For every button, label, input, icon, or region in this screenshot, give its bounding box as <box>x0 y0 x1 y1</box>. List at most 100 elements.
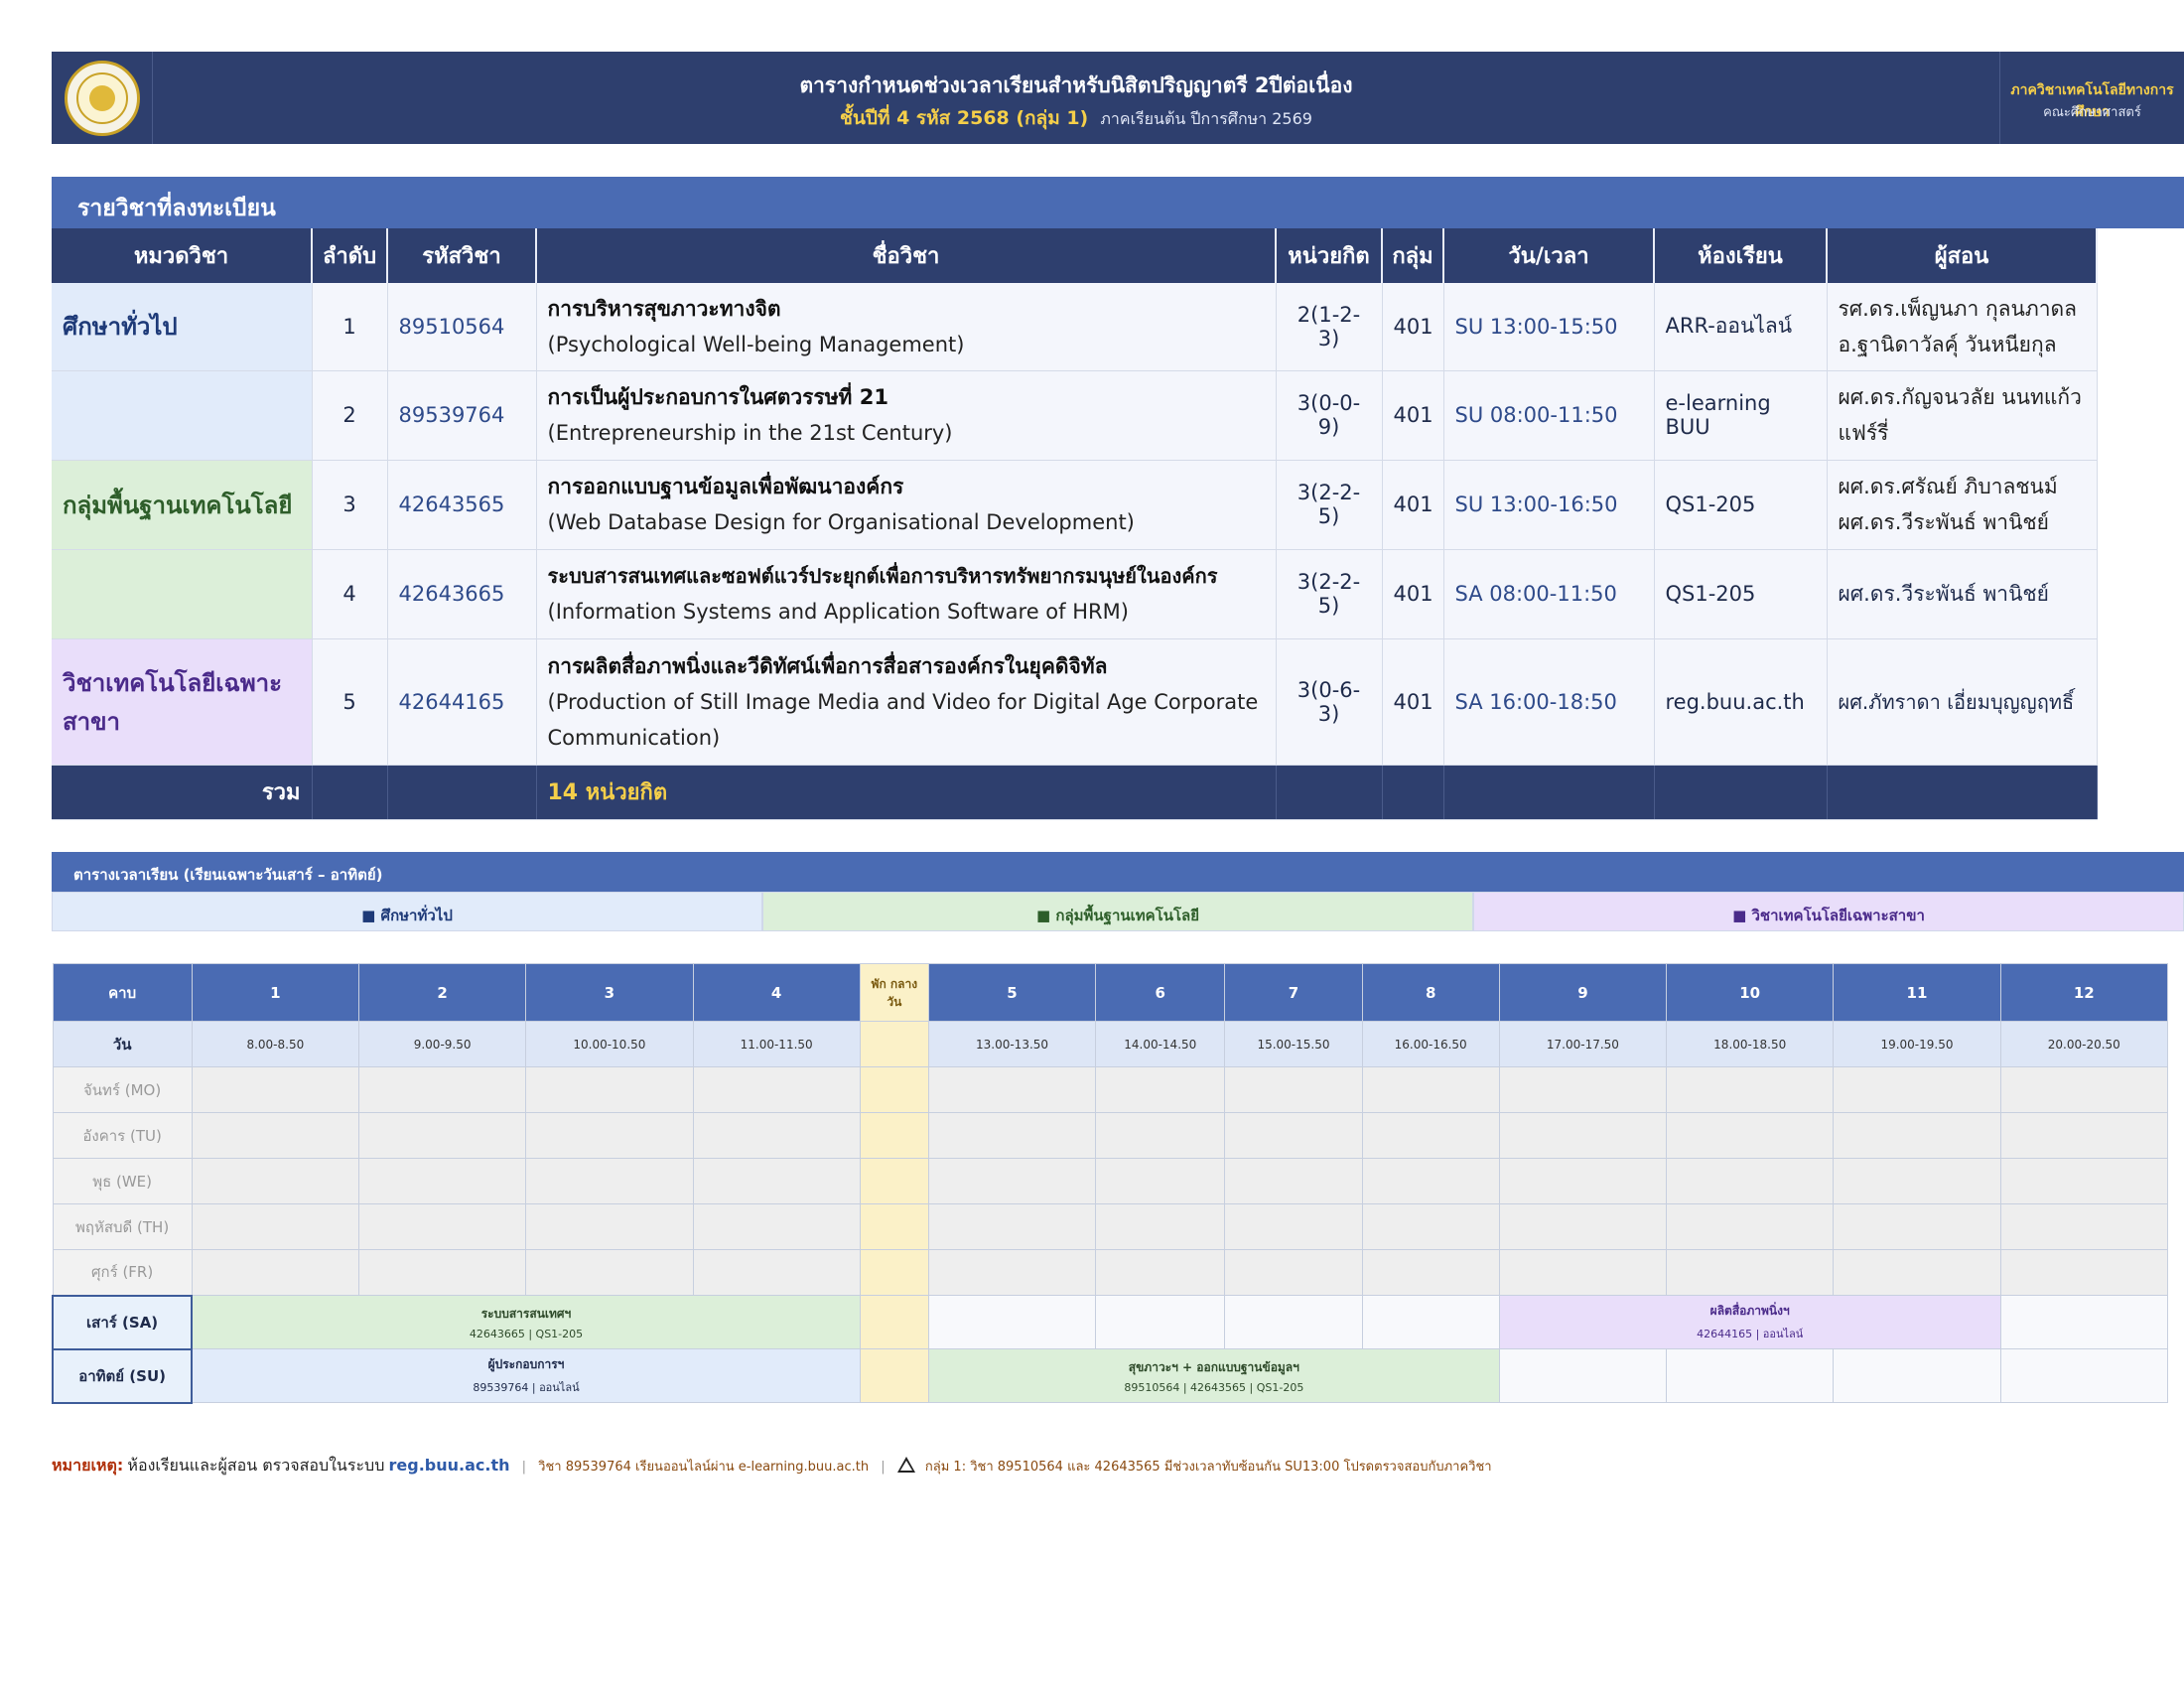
timetable-title: ตารางเวลาเรียน (เรียนเฉพาะวันเสาร์ – อาท… <box>52 852 2184 892</box>
total-empty <box>1443 765 1655 820</box>
course-group: 401 <box>1382 638 1444 766</box>
course-room: reg.buu.ac.th <box>1654 638 1828 766</box>
col-room: ห้องเรียน <box>1654 228 1828 283</box>
class-block-entrepreneurship: ผู้ประกอบการฯ 89539764 | ออนไลน์ <box>191 1348 861 1403</box>
category-tech: กลุ่มพื้นฐานเทคโนโลยี <box>52 460 313 550</box>
course-name-en: (Production of Still Image Media and Vid… <box>547 689 1259 750</box>
course-name-en: (Psychological Well-being Management) <box>547 332 965 356</box>
period-cell: 6 <box>1095 963 1226 1022</box>
time-cell: 11.00-11.50 <box>692 1021 861 1067</box>
time-cell: 9.00-9.50 <box>357 1021 527 1067</box>
faculty-name: คณะศึกษาศาสตร์ <box>2043 105 2141 120</box>
course-instructor: ผศ.ดร.กัญจนวลัย นนทแก้ว แฟร์รี่ <box>1827 370 2098 461</box>
period-cell: 4 <box>692 963 861 1022</box>
weekly-timetable: คาบ 1 2 3 4 พัก กลาง วัน 5 6 7 8 9 10 11 … <box>51 963 2169 1404</box>
block-detail: 42643665 | QS1-205 <box>469 1327 584 1340</box>
logo-cell <box>52 52 153 144</box>
total-empty <box>1654 765 1828 820</box>
period-label: คาบ <box>52 963 193 1022</box>
time-cell: 14.00-14.50 <box>1095 1021 1226 1067</box>
class-block-media-production: ผลิตสื่อภาพนิ่งฯ 42644165 | ออนไลน์ <box>1498 1295 2001 1349</box>
total-empty <box>1827 765 2098 820</box>
instructor-2: อ.ฐานิดาวัลคุ์ วันหนียกุล <box>1838 332 2057 356</box>
legend: ■ ศึกษาทั่วไป ■ กลุ่มพื้นฐานเทคโนโลยี ■ … <box>52 892 2184 931</box>
weekday-row-thu: พฤหัสบดี (TH) <box>52 1203 2169 1250</box>
instructor-1: ผศ.ดร.ศรัณย์ ภิบาลชนม์ <box>1838 475 2058 498</box>
course-group: 401 <box>1382 283 1444 371</box>
course-name-en: (Entrepreneurship in the 21st Century) <box>547 421 953 445</box>
course-time: SU 13:00-15:50 <box>1443 283 1655 371</box>
total-empty <box>312 765 388 820</box>
subtitle-term: ภาคเรียนต้น ปีการศึกษา 2569 <box>1100 109 1312 128</box>
class-block-hrm-systems: ระบบสารสนเทศฯ 42643665 | QS1-205 <box>191 1295 861 1349</box>
period-cell: 8 <box>1361 963 1500 1022</box>
category-general-cont <box>52 370 313 461</box>
lunch-break-header: พัก กลาง วัน <box>859 963 929 1022</box>
course-credit: 2(1-2-3) <box>1276 283 1383 371</box>
category-tech-cont <box>52 549 313 639</box>
block-detail: 89510564 | 42643565 | QS1-205 <box>1124 1380 1304 1394</box>
day-header: อาทิตย์ (SU) <box>51 1347 194 1404</box>
total-empty <box>1276 765 1383 820</box>
col-credit: หน่วยกิต <box>1276 228 1383 283</box>
warning-icon <box>896 1457 915 1473</box>
time-cell: 18.00-18.50 <box>1666 1021 1835 1067</box>
weekday-row-fri: ศุกร์ (FR) <box>52 1249 2169 1296</box>
course-group: 401 <box>1382 549 1444 639</box>
weekend-row-sat: เสาร์ (SA) ระบบสารสนเทศฯ 42643665 | QS1-… <box>51 1294 2169 1350</box>
course-credit: 3(0-6-3) <box>1276 638 1383 766</box>
class-block-wellbeing-database: สุขภาวะฯ + ออกแบบฐานข้อมูลฯ 89510564 | 4… <box>927 1348 1500 1403</box>
col-code: รหัสวิชา <box>387 228 537 283</box>
time-cell: 16.00-16.50 <box>1361 1021 1500 1067</box>
period-cell: 3 <box>525 963 694 1022</box>
period-row: คาบ 1 2 3 4 พัก กลาง วัน 5 6 7 8 9 10 11 … <box>52 963 2169 1022</box>
col-name: ชื่อวิชา <box>536 228 1277 283</box>
row-no: 5 <box>312 638 388 766</box>
course-instructor: รศ.ดร.เพ็ญนภา กุลนภาดล อ.ฐานิดาวัลคุ์ วัน… <box>1827 283 2098 371</box>
col-category: หมวดวิชา <box>52 228 313 283</box>
row-no: 4 <box>312 549 388 639</box>
total-label: รวม <box>52 765 313 820</box>
total-row: รวม 14 หน่วยกิต <box>52 765 2098 820</box>
break-cell <box>859 1021 929 1067</box>
time-cell: 17.00-17.50 <box>1498 1021 1668 1067</box>
instructor-2: แฟร์รี่ <box>1838 421 1889 445</box>
note-conflict: กลุ่ม 1: วิชา 89510564 และ 42643565 มีช่… <box>924 1460 1492 1475</box>
total-empty <box>387 765 537 820</box>
course-code: 89539764 <box>387 370 537 461</box>
course-instructor: ผศ.ดร.วีระพันธ์ พานิชย์ <box>1827 549 2098 639</box>
course-time: SU 08:00-11:50 <box>1443 370 1655 461</box>
day-header: พุธ (WE) <box>52 1158 193 1204</box>
col-group: กลุ่ม <box>1382 228 1444 283</box>
break-cell <box>859 1295 929 1349</box>
course-name: การออกแบบฐานข้อมูลเพื่อพัฒนาองค์กร (Web D… <box>536 460 1277 550</box>
time-cell: 13.00-13.50 <box>927 1021 1097 1067</box>
period-cell: 10 <box>1666 963 1835 1022</box>
department-cell: ภาควิชาเทคโนโลยีทางการศึกษา คณะศึกษาศาสต… <box>1999 52 2184 144</box>
block-title: ระบบสารสนเทศฯ <box>480 1306 572 1321</box>
course-code: 42643665 <box>387 549 537 639</box>
day-header: เสาร์ (SA) <box>51 1294 194 1350</box>
block-detail: 89539764 | ออนไลน์ <box>473 1381 580 1394</box>
weekend-row-sun: อาทิตย์ (SU) ผู้ประกอบการฯ 89539764 | ออ… <box>51 1347 2169 1404</box>
reg-link[interactable]: reg.buu.ac.th <box>389 1456 510 1475</box>
time-cell: 10.00-10.50 <box>525 1021 694 1067</box>
note-label: หมายเหตุ: <box>52 1456 124 1475</box>
course-credit: 3(0-0-9) <box>1276 370 1383 461</box>
table-header-row: หมวดวิชา ลำดับ รหัสวิชา ชื่อวิชา หน่วยกิ… <box>52 228 2098 283</box>
course-time: SA 08:00-11:50 <box>1443 549 1655 639</box>
course-name-en: (Information Systems and Application Sof… <box>547 600 1129 624</box>
row-no: 2 <box>312 370 388 461</box>
period-cell: 12 <box>1999 963 2169 1022</box>
course-code: 89510564 <box>387 283 537 371</box>
course-name-th: การเป็นผู้ประกอบการในศตวรรษที่ 21 <box>547 385 888 409</box>
course-room: QS1-205 <box>1654 549 1828 639</box>
course-name-th: การออกแบบฐานข้อมูลเพื่อพัฒนาองค์กร <box>547 475 904 498</box>
block-title: ผลิตสื่อภาพนิ่งฯ <box>1709 1304 1790 1318</box>
course-name-th: การบริหารสุขภาวะทางจิต <box>547 296 781 321</box>
course-name: การเป็นผู้ประกอบการในศตวรรษที่ 21 (Entrep… <box>536 370 1277 461</box>
col-instructor: ผู้สอน <box>1827 228 2098 283</box>
course-name: ระบบสารสนเทศและซอฟต์แวร์ประยุกต์เพื่อการ… <box>536 549 1277 639</box>
course-code: 42643565 <box>387 460 537 550</box>
course-credit: 3(2-2-5) <box>1276 549 1383 639</box>
